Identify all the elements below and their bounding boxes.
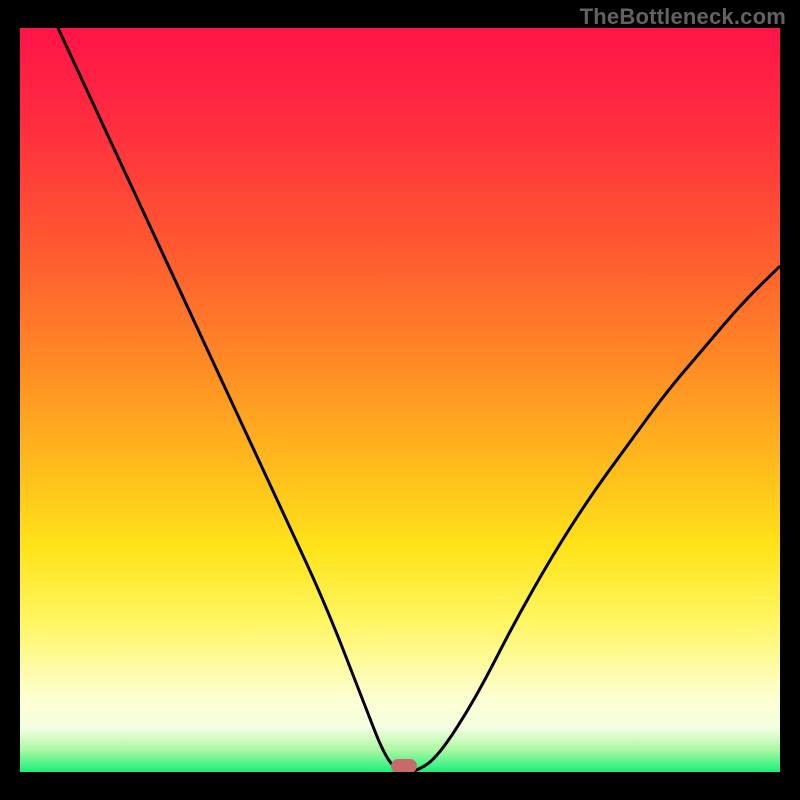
watermark-text: TheBottleneck.com bbox=[580, 4, 786, 30]
curve-path bbox=[58, 28, 780, 772]
plot-area bbox=[20, 28, 780, 772]
optimum-marker bbox=[391, 759, 417, 772]
chart-frame: TheBottleneck.com bbox=[0, 0, 800, 800]
bottleneck-curve bbox=[20, 28, 780, 772]
